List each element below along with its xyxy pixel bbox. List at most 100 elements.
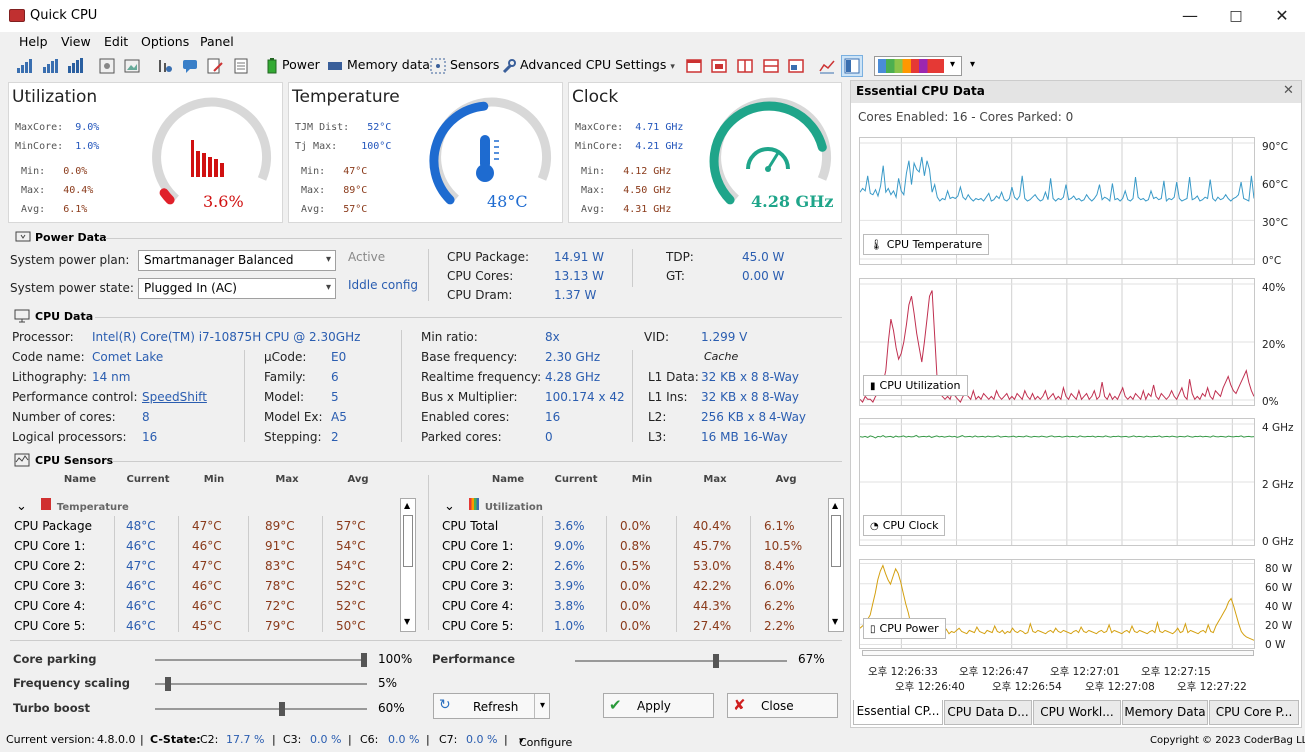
refresh-dropdown[interactable]: ▾	[534, 694, 550, 718]
sensors-button[interactable]: Sensors	[430, 57, 499, 74]
close-icon[interactable]: ✕	[1259, 0, 1305, 32]
slider-thumb[interactable]	[165, 677, 171, 691]
power-button[interactable]: Power	[266, 57, 320, 74]
maximize-icon[interactable]: □	[1213, 0, 1259, 32]
menu-panel[interactable]: Panel	[200, 34, 234, 49]
column-header[interactable]: Name	[458, 474, 558, 485]
side-panel-toggle[interactable]	[841, 55, 863, 77]
core-parking-slider[interactable]	[155, 653, 367, 667]
sensors-chart-icon	[14, 453, 30, 467]
temperature-panel: Temperature TJM Dist: 52°C Tj Max: 100°C…	[288, 82, 563, 223]
toolbar: Power Memory data Sensors Advanced CPU S…	[0, 54, 1305, 79]
sensor-group-label: Utilization	[484, 502, 543, 513]
column-header[interactable]: Name	[30, 474, 130, 485]
speedshift-link[interactable]: SpeedShift	[142, 390, 207, 404]
tab-cpu-core-power[interactable]: CPU Core P...	[1209, 700, 1299, 725]
layout-3-icon[interactable]	[737, 58, 753, 74]
slider-track[interactable]	[155, 659, 367, 661]
column-header[interactable]: Avg	[754, 474, 818, 485]
minimize-icon[interactable]: —	[1167, 0, 1213, 32]
sensor-cell: 6.1%	[764, 519, 795, 533]
power-state-select[interactable]: Plugged In (AC)	[138, 278, 336, 299]
bars-small-icon[interactable]	[16, 58, 32, 74]
side-panel-close-icon[interactable]: ✕	[1283, 83, 1294, 98]
refresh-button[interactable]: ↻ Refresh ▾	[433, 693, 550, 719]
sensor-cell: 89°C	[265, 519, 295, 533]
column-header[interactable]: Current	[546, 474, 606, 485]
close-button[interactable]: ✘ Close	[727, 693, 838, 718]
enabled-label: Enabled cores:	[421, 410, 510, 424]
stat-label: MinCore:	[15, 141, 64, 152]
tab-essential[interactable]: Essential CP...	[853, 700, 943, 725]
sensor-group[interactable]: ⌄ Utilization	[444, 498, 543, 514]
layout-5-icon[interactable]	[788, 58, 804, 74]
scroll-down-icon[interactable]: ▼	[404, 617, 410, 626]
chevron-down-icon[interactable]: ⌄	[444, 499, 455, 514]
edit-list-icon[interactable]	[207, 58, 223, 74]
power-plan-value: Smartmanager Balanced	[144, 253, 294, 267]
menu-view[interactable]: View	[61, 34, 91, 49]
slider-track[interactable]	[155, 683, 367, 685]
column-header[interactable]: Max	[252, 474, 322, 485]
tab-cpu-workload[interactable]: CPU Workl...	[1033, 700, 1121, 725]
scrollbar[interactable]: ▲ ▼	[400, 498, 416, 632]
frequency-scaling-slider[interactable]	[155, 677, 367, 691]
image-icon[interactable]	[124, 58, 140, 74]
color-theme-select[interactable]: ▾	[874, 56, 962, 76]
tab-memory-data[interactable]: Memory Data	[1122, 700, 1208, 725]
sensor-group[interactable]: ⌄ Temperature	[16, 498, 129, 514]
tab-cpu-data[interactable]: CPU Data D...	[944, 700, 1032, 725]
chevron-down-icon[interactable]: ⌄	[16, 499, 27, 514]
scroll-up-icon[interactable]: ▲	[832, 501, 838, 510]
settings-display-icon[interactable]	[99, 58, 115, 74]
column-header[interactable]: Min	[182, 474, 246, 485]
message-icon[interactable]	[182, 58, 198, 74]
slider-track[interactable]	[575, 660, 787, 662]
bars-large-icon[interactable]	[67, 58, 83, 74]
turbo-boost-slider[interactable]	[155, 702, 367, 716]
slider-thumb[interactable]	[279, 702, 285, 716]
legend-label: CPU Clock	[882, 519, 939, 532]
stat-value: 4.31 GHz	[623, 204, 672, 215]
memory-data-button[interactable]: Memory data	[327, 57, 430, 74]
scroll-down-icon[interactable]: ▼	[832, 617, 838, 626]
power-plan-select[interactable]: Smartmanager Balanced	[138, 250, 336, 271]
close-x-icon: ✘	[733, 696, 746, 714]
document-icon[interactable]	[233, 58, 249, 74]
c2-label: C2:	[200, 733, 219, 746]
stat-label: Avg:	[21, 204, 46, 215]
apply-button[interactable]: ✔ Apply	[603, 693, 714, 718]
lithography-value: 14 nm	[92, 370, 131, 384]
iddle-config-link[interactable]: Iddle config	[348, 278, 418, 292]
stat-value: 89°C	[343, 185, 368, 196]
scroll-up-icon[interactable]: ▲	[404, 501, 410, 510]
bars-medium-icon[interactable]	[42, 58, 58, 74]
menu-help[interactable]: Help	[19, 34, 48, 49]
menu-options[interactable]: Options	[141, 34, 189, 49]
column-header[interactable]: Current	[118, 474, 178, 485]
bar-chart-icon	[191, 140, 224, 177]
slider-thumb[interactable]	[361, 653, 367, 667]
performance-slider[interactable]	[575, 654, 787, 668]
chevron-down-icon: ▾	[670, 62, 675, 72]
chart-line-icon[interactable]	[819, 58, 835, 74]
slider-thumb[interactable]	[713, 654, 719, 668]
scroll-thumb[interactable]	[403, 515, 413, 567]
chart-scrollbar[interactable]	[862, 650, 1254, 656]
layout-1-icon[interactable]	[686, 58, 702, 74]
layout-2-icon[interactable]	[711, 58, 727, 74]
slider-track[interactable]	[155, 708, 367, 710]
tune-icon[interactable]	[157, 58, 173, 74]
sensor-cell: 47°C	[192, 519, 222, 533]
column-header[interactable]: Avg	[326, 474, 390, 485]
menu-edit[interactable]: Edit	[104, 34, 128, 49]
scroll-thumb[interactable]	[831, 515, 841, 567]
scrollbar[interactable]: ▲ ▼	[828, 498, 844, 632]
toolbar-overflow-icon[interactable]: ▾	[970, 59, 975, 70]
temp-gauge-fill	[429, 101, 489, 205]
layout-4-icon[interactable]	[763, 58, 779, 74]
column-header[interactable]: Min	[610, 474, 674, 485]
column-header[interactable]: Max	[680, 474, 750, 485]
chart-legend: ▯ CPU Power	[863, 618, 946, 639]
advanced-cpu-settings-button[interactable]: Advanced CPU Settings ▾	[502, 57, 675, 74]
